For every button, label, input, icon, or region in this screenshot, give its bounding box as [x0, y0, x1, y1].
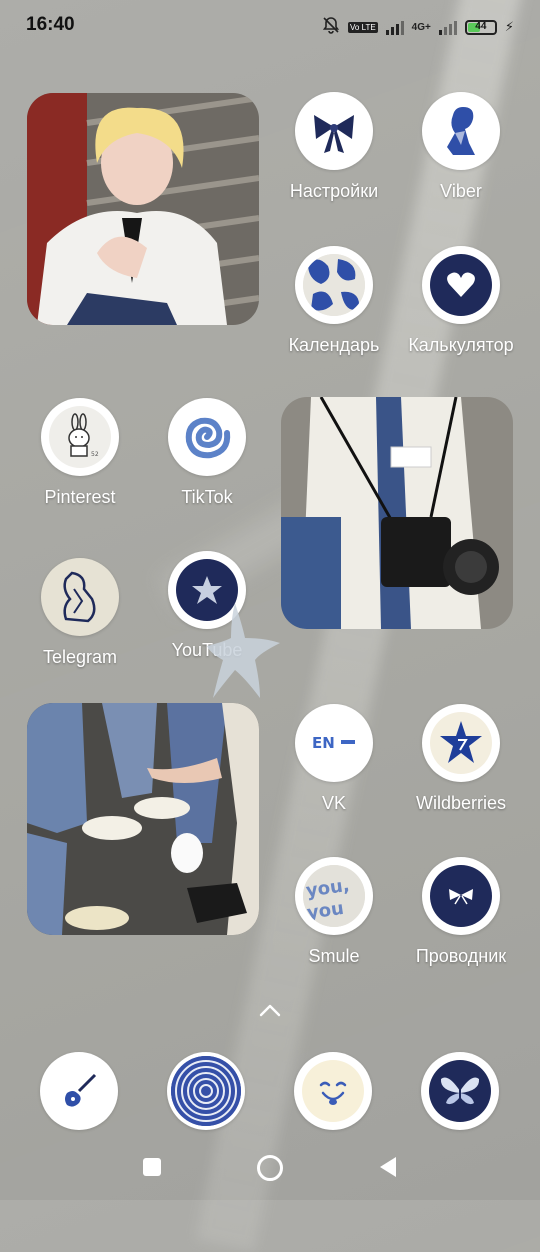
small-bow-icon: [449, 889, 473, 905]
app-viber[interactable]: Viber: [398, 92, 524, 203]
signal-icon: [385, 19, 404, 35]
app-explorer[interactable]: Проводник: [398, 857, 524, 968]
you-text-icon: you, you: [303, 865, 365, 927]
photo-widget-camera[interactable]: [281, 397, 513, 629]
app-vk[interactable]: EN VK: [271, 704, 397, 815]
signal-icon-2: [438, 19, 457, 35]
guitar-icon: [65, 1073, 97, 1107]
app-telegram[interactable]: Telegram: [17, 558, 143, 669]
svg-text:52: 52: [91, 451, 99, 458]
app-calendar[interactable]: Календарь: [271, 246, 397, 357]
legs-photo-image: [27, 703, 259, 935]
camera-photo-image: [281, 397, 513, 629]
battery-level: 44: [475, 20, 487, 32]
dock-smiley[interactable]: [294, 1052, 372, 1130]
back-button[interactable]: [378, 1156, 398, 1182]
navigation-bar: [0, 1144, 540, 1194]
star-sticker-decoration: [207, 603, 280, 698]
app-label: Настройки: [289, 181, 379, 201]
app-label: Pinterest: [44, 487, 116, 507]
app-smule[interactable]: you, you Smule: [271, 857, 397, 968]
star-badge-icon: [440, 721, 482, 763]
app-label: Календарь: [288, 335, 380, 355]
butterfly-icon: [440, 1077, 480, 1105]
app-label: Telegram: [42, 647, 118, 667]
battery-icon: 44: [464, 19, 497, 35]
photo-widget-legs[interactable]: [27, 703, 259, 935]
app-pinterest[interactable]: 52 Pinterest: [17, 398, 143, 509]
svg-text:EN: EN: [312, 734, 335, 752]
concentric-spiral-icon: [171, 1056, 241, 1126]
home-button[interactable]: [257, 1155, 283, 1181]
recents-button[interactable]: [143, 1158, 161, 1176]
app-label: Wildberries: [415, 793, 507, 813]
mute-icon: [322, 16, 340, 38]
dock-guitar[interactable]: [40, 1052, 118, 1130]
app-label: Viber: [440, 181, 482, 201]
smiley-icon: [319, 1081, 347, 1105]
figure-icon: [447, 107, 475, 155]
app-label: Калькулятор: [408, 335, 514, 355]
app-tiktok[interactable]: TikTok: [144, 398, 270, 509]
dock-spiral[interactable]: [167, 1052, 245, 1130]
heart-icon: [447, 272, 475, 297]
sketch-icon: [63, 571, 96, 623]
app-label: VK: [321, 793, 346, 813]
bunny-icon: 52: [68, 413, 99, 458]
app-settings[interactable]: Настройки: [271, 92, 397, 203]
photo-widget-boy[interactable]: [27, 93, 259, 325]
app-drawer-chevron-up-icon[interactable]: [258, 1002, 282, 1022]
clock: 16:40: [26, 14, 75, 35]
boy-photo-image: [27, 93, 259, 325]
en-logo-icon: EN: [312, 734, 355, 752]
network-type: 4G+: [411, 21, 431, 33]
app-label: TikTok: [181, 487, 233, 507]
dock-butterfly[interactable]: [421, 1052, 499, 1130]
pattern-icon: [303, 254, 365, 316]
app-label: Проводник: [415, 946, 507, 966]
app-label: Smule: [308, 946, 360, 966]
app-calculator[interactable]: Калькулятор: [398, 246, 524, 357]
app-wildberries[interactable]: Wildberries: [398, 704, 524, 815]
volte-icon: Vo LTE: [348, 21, 378, 33]
charging-icon: ⚡: [504, 19, 514, 35]
status-bar: 16:40 Vo LTE 4G+ 44 ⚡: [0, 0, 540, 56]
bow-icon: [314, 115, 354, 153]
spiral-icon: [185, 417, 231, 459]
